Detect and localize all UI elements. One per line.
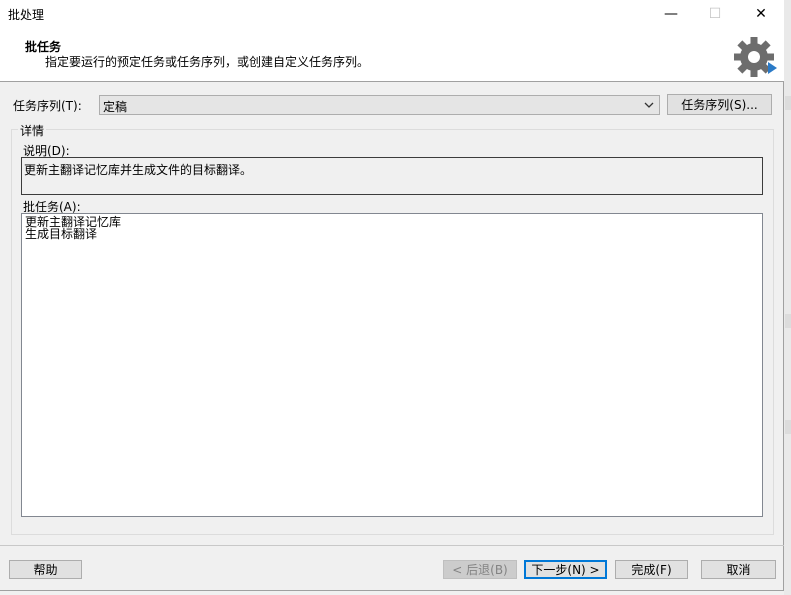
tasks-list[interactable]: 更新主翻译记忆库 生成目标翻译	[21, 213, 763, 517]
gear-icon	[734, 37, 777, 77]
back-button[interactable]: < 后退(B)	[443, 560, 517, 579]
window-title: 批处理	[8, 8, 45, 22]
chevron-down-icon	[644, 102, 654, 108]
details-group-title: 详情	[18, 122, 47, 139]
minimize-button[interactable]: —	[648, 0, 694, 28]
page-description: 指定要运行的预定任务或任务序列，或创建自定义任务序列。	[45, 55, 370, 69]
description-field: 更新主翻译记忆库并生成文件的目标翻译。	[21, 157, 763, 195]
footer-divider	[0, 545, 784, 546]
list-item[interactable]: 生成目标翻译	[22, 228, 121, 240]
background-fragment	[785, 96, 791, 110]
next-button[interactable]: 下一步(N) >	[524, 560, 607, 579]
selected-sequence: 定稿	[103, 100, 128, 114]
task-sequence-button[interactable]: 任务序列(S)...	[667, 94, 772, 115]
task-sequence-select[interactable]: 定稿	[99, 95, 660, 115]
help-button[interactable]: 帮助	[9, 560, 82, 579]
close-button[interactable]: ✕	[738, 0, 784, 28]
batch-dialog: 批处理 — ☐ ✕ 批任务 指定要运行的预定任务或任务序列，或创建自定义任务序列…	[0, 0, 784, 591]
background-fragment	[785, 314, 791, 328]
maximize-button[interactable]: ☐	[692, 0, 738, 28]
background-fragment	[785, 420, 791, 434]
wizard-header: 批任务 指定要运行的预定任务或任务序列，或创建自定义任务序列。	[0, 28, 784, 82]
description-text: 更新主翻译记忆库并生成文件的目标翻译。	[24, 163, 253, 177]
background-window-edge	[784, 0, 791, 595]
cancel-button[interactable]: 取消	[701, 560, 776, 579]
finish-button[interactable]: 完成(F)	[615, 560, 688, 579]
title-bar: 批处理 — ☐ ✕	[0, 0, 784, 28]
sequence-label: 任务序列(T):	[13, 99, 82, 113]
